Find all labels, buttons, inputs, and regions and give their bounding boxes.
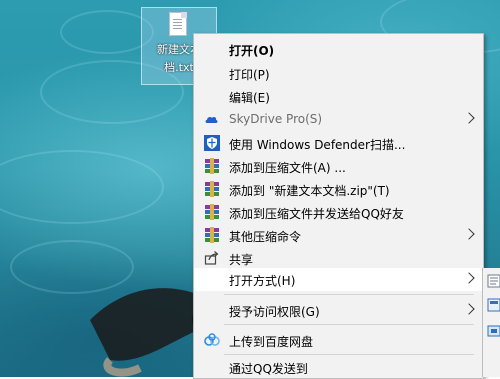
menu-separator: [224, 354, 474, 355]
winrar-icon: [205, 204, 219, 220]
menu-item-edit[interactable]: 编辑(E): [194, 85, 483, 108]
submenu-arrow-icon: [463, 272, 475, 284]
menu-item-open-with[interactable]: 打开方式(H): [194, 268, 483, 291]
context-menu: 打开(O) 打印(P) 编辑(E) SkyDrive Pro(S) 使用 Win…: [193, 33, 484, 379]
defender-shield-icon: [204, 135, 220, 151]
menu-item-skydrive-pro[interactable]: SkyDrive Pro(S): [194, 108, 483, 131]
submenu-arrow-icon: [463, 228, 475, 240]
winrar-icon: [205, 158, 219, 174]
menu-item-send-via-qq[interactable]: 通过QQ发送到: [194, 356, 483, 379]
menu-item-share[interactable]: 共享: [194, 247, 483, 270]
menu-item-upload-baidu[interactable]: 上传到百度网盘: [194, 329, 483, 352]
menu-item-defender-scan[interactable]: 使用 Windows Defender扫描...: [194, 132, 483, 155]
app-icon[interactable]: [487, 298, 500, 312]
share-icon: [204, 251, 219, 265]
menu-item-add-to-zip[interactable]: 添加到 "新建文本文档.zip"(T): [194, 178, 483, 201]
menu-item-grant-access[interactable]: 授予访问权限(G): [194, 299, 483, 322]
cloud-icon: [205, 116, 218, 123]
text-document-icon: [169, 12, 187, 36]
app-icon[interactable]: [487, 274, 500, 288]
submenu-arrow-icon: [463, 303, 475, 315]
winrar-icon: [205, 227, 219, 243]
open-with-submenu: [482, 268, 500, 377]
submenu-arrow-icon: [463, 112, 475, 124]
water-ripple: [0, 150, 164, 224]
menu-item-print[interactable]: 打印(P): [194, 62, 483, 85]
winrar-icon: [205, 181, 219, 197]
menu-separator: [224, 324, 474, 325]
app-icon[interactable]: [487, 324, 500, 338]
water-ripple: [60, 10, 154, 54]
menu-item-compress-send-qq[interactable]: 添加到压缩文件并发送给QQ好友: [194, 201, 483, 224]
menu-item-other-compress[interactable]: 其他压缩命令: [194, 224, 483, 247]
menu-separator: [224, 294, 474, 295]
menu-item-add-to-archive[interactable]: 添加到压缩文件(A) ...: [194, 155, 483, 178]
menu-item-open[interactable]: 打开(O): [194, 38, 483, 61]
baidu-netdisk-icon: [204, 333, 220, 346]
